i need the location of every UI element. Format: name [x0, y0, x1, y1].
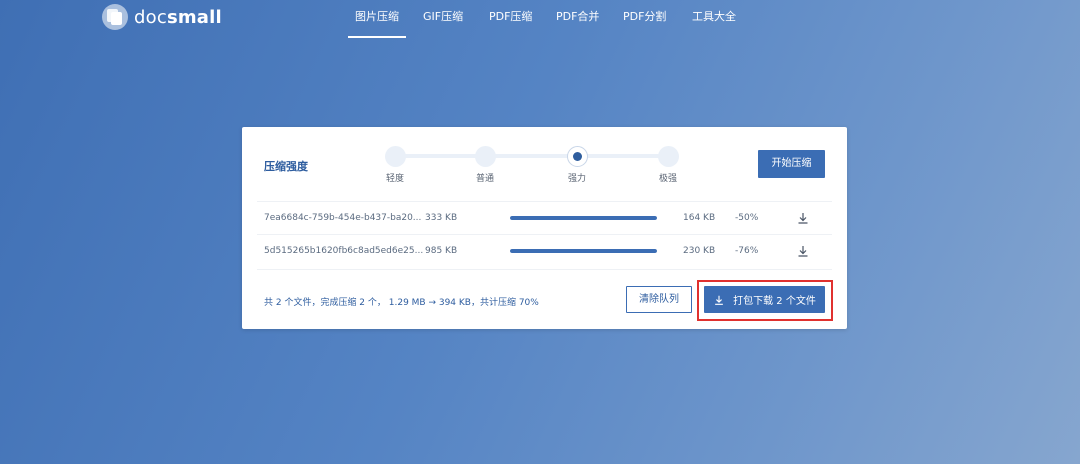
- download-icon[interactable]: [796, 244, 810, 258]
- strength-label-strong: 强力: [567, 174, 586, 184]
- nav-pdf-merge[interactable]: PDF合并: [556, 9, 599, 25]
- top-nav: 图片压缩 GIF压缩 PDF压缩 PDF合并 PDF分割 工具大全: [0, 9, 1080, 38]
- nav-gif-compress[interactable]: GIF压缩: [423, 9, 463, 25]
- footer-divider: [257, 269, 832, 270]
- nav-pdf-split[interactable]: PDF分割: [623, 9, 666, 25]
- file-row: 5d515265b1620fb6c8ad5ed6e25... 985 KB 23…: [257, 234, 832, 268]
- download-icon[interactable]: [796, 211, 810, 225]
- file-row: 7ea6684c-759b-454e-b437-ba20... 333 KB 1…: [257, 201, 832, 235]
- nav-pdf-compress[interactable]: PDF压缩: [489, 9, 532, 25]
- download-all-button[interactable]: 打包下载 2 个文件: [704, 286, 825, 313]
- strength-label-normal: 普通: [475, 174, 494, 184]
- file-original-size: 985 KB: [425, 246, 458, 256]
- strength-title: 压缩强度: [264, 160, 308, 173]
- strength-knob-light[interactable]: [385, 146, 406, 167]
- strength-slider-track[interactable]: [395, 154, 678, 158]
- strength-knob-extreme[interactable]: [658, 146, 679, 167]
- file-progress-fill: [510, 216, 657, 220]
- file-compressed-size: 230 KB: [683, 246, 716, 256]
- nav-tools[interactable]: 工具大全: [692, 9, 736, 25]
- file-compressed-size: 164 KB: [683, 213, 716, 223]
- file-progress-bar: [510, 216, 657, 220]
- strength-knob-strong[interactable]: [567, 146, 588, 167]
- compress-summary: 共 2 个文件，完成压缩 2 个， 1.29 MB → 394 KB，共计压缩 …: [264, 298, 539, 308]
- file-name: 5d515265b1620fb6c8ad5ed6e25...: [264, 246, 424, 256]
- start-compress-button[interactable]: 开始压缩: [758, 150, 825, 178]
- clear-queue-button[interactable]: 清除队列: [626, 286, 692, 313]
- file-ratio: -50%: [735, 213, 759, 223]
- compress-card: 压缩强度 轻度 普通 强力 极强 开始压缩 7ea6684c-759b-454e…: [242, 127, 847, 329]
- file-progress-bar: [510, 249, 657, 253]
- file-progress-fill: [510, 249, 657, 253]
- file-name: 7ea6684c-759b-454e-b437-ba20...: [264, 213, 422, 223]
- strength-label-extreme: 极强: [658, 174, 677, 184]
- strength-knob-normal[interactable]: [475, 146, 496, 167]
- file-original-size: 333 KB: [425, 213, 458, 223]
- strength-label-light: 轻度: [385, 174, 404, 184]
- nav-image-compress[interactable]: 图片压缩: [348, 9, 406, 38]
- download-all-label: 打包下载 2 个文件: [733, 296, 816, 307]
- file-ratio: -76%: [735, 246, 759, 256]
- download-icon: [715, 295, 723, 305]
